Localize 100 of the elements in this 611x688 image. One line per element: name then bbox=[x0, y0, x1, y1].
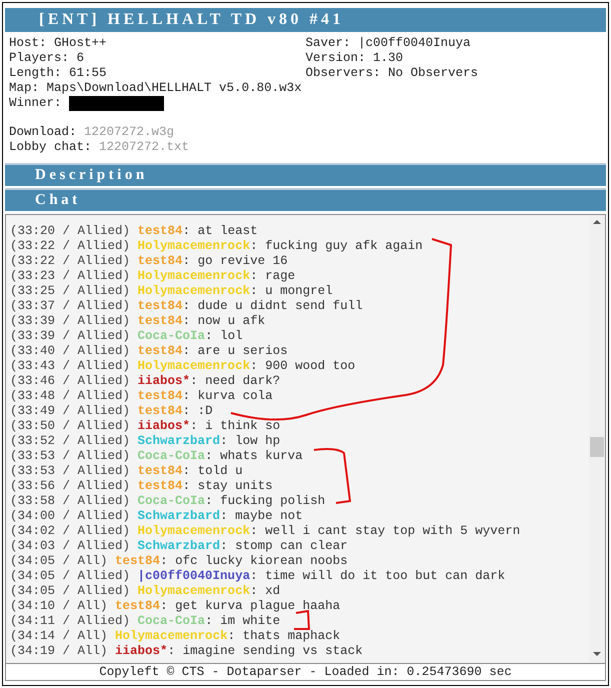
player-name: test84 bbox=[138, 404, 183, 418]
player-name: Holymacemenrock bbox=[115, 629, 228, 643]
info-label: Observers: bbox=[306, 66, 381, 80]
chat-time: (33:39 / Allied) bbox=[10, 329, 130, 343]
player-name: Holymacemenrock bbox=[138, 359, 250, 373]
scroll-thumb[interactable] bbox=[590, 437, 604, 457]
section-header[interactable]: Chat bbox=[5, 188, 606, 211]
chat-time: (33:48 / Allied) bbox=[10, 389, 130, 403]
chat-time: (34:14 / All) bbox=[10, 629, 108, 643]
player-name: test84 bbox=[138, 389, 183, 403]
info-label: Players: bbox=[9, 51, 70, 65]
chat-message: : stomp can clear bbox=[220, 539, 348, 553]
player-name: Coca-CoIa bbox=[138, 494, 206, 508]
chat-time: (34:05 / Allied) bbox=[10, 584, 130, 598]
chat-message: : 900 wood too bbox=[250, 359, 356, 373]
chat-time: (33:49 / Allied) bbox=[10, 404, 130, 418]
section-header[interactable]: Description bbox=[5, 163, 606, 186]
chat-message: : ofc lucky kiorean noobs bbox=[160, 554, 348, 568]
chat-message: : are u serios bbox=[182, 344, 288, 358]
info-value: GHost++ bbox=[54, 36, 107, 50]
info-value: 6 bbox=[76, 51, 84, 65]
chat-time: (33:20 / Allied) bbox=[10, 224, 130, 238]
chat-time: (33:52 / Allied) bbox=[10, 434, 130, 448]
chat-message: : kurva cola bbox=[182, 389, 273, 403]
chat-message: : at least bbox=[182, 224, 258, 238]
scrollbar[interactable] bbox=[589, 215, 605, 663]
chat-time: (33:56 / Allied) bbox=[10, 479, 130, 493]
chat-message: : lol bbox=[205, 329, 243, 343]
chat-time: (33:39 / Allied) bbox=[10, 314, 130, 328]
chat-time: (33:23 / Allied) bbox=[10, 269, 130, 283]
info-label: Winner: bbox=[9, 96, 62, 110]
game-title: [ENT] HELLHALT TD v80 #41 bbox=[39, 11, 344, 29]
chat-time: (33:43 / Allied) bbox=[10, 359, 130, 373]
player-name: test84 bbox=[138, 479, 183, 493]
player-name: Schwarzbard bbox=[138, 509, 220, 523]
chat-message: : now u afk bbox=[182, 314, 266, 328]
chat-message: : get kurva plague haaha bbox=[160, 599, 340, 613]
chat-time: (33:22 / Allied) bbox=[10, 254, 130, 268]
info-value: |c00ff0040Inuya bbox=[358, 36, 471, 50]
player-name: iiabos* bbox=[115, 644, 168, 658]
chat-message: : u mongrel bbox=[250, 284, 333, 298]
chat-time: (33:58 / Allied) bbox=[10, 494, 130, 508]
chat-message: : fucking guy afk again bbox=[250, 239, 423, 253]
file-link[interactable]: 12207272.txt bbox=[99, 140, 190, 154]
chat-message: : im white bbox=[205, 614, 280, 628]
chat-message: : time will do it too but can dark bbox=[250, 569, 506, 583]
scroll-up-icon[interactable] bbox=[592, 219, 602, 225]
chat-time: (34:05 / All) bbox=[10, 554, 108, 568]
chat-time: (33:50 / Allied) bbox=[10, 419, 130, 433]
chat-time: (34:03 / Allied) bbox=[10, 539, 130, 553]
player-name: |c00ff0040Inuya bbox=[138, 569, 250, 583]
player-name: Coca-CoIa bbox=[138, 614, 206, 628]
chat-time: (34:11 / Allied) bbox=[10, 614, 130, 628]
player-name: iiabos* bbox=[138, 374, 190, 388]
player-name: Schwarzbard bbox=[138, 539, 220, 553]
player-name: test84 bbox=[138, 299, 183, 313]
player-name: test84 bbox=[138, 314, 183, 328]
chat-message: : well i cant stay top with 5 wyvern bbox=[250, 524, 520, 538]
info-value: Maps\Download\HELLHALT v5.0.80.w3x bbox=[46, 81, 302, 95]
chat-time: (33:22 / Allied) bbox=[10, 239, 130, 253]
chat-message: : dude u didnt send full bbox=[182, 299, 363, 313]
file-link[interactable]: 12207272.w3g bbox=[84, 125, 174, 139]
info-label: Download: bbox=[9, 125, 77, 139]
chat-message: : i think so bbox=[190, 419, 280, 433]
player-name: test84 bbox=[138, 464, 183, 478]
player-name: test84 bbox=[138, 344, 183, 358]
info-label: Saver: bbox=[306, 36, 351, 50]
chat-message: : maybe not bbox=[220, 509, 303, 523]
chat-time: (34:02 / Allied) bbox=[10, 524, 130, 538]
chat-message: : told u bbox=[182, 464, 243, 478]
chat-time: (33:53 / Allied) bbox=[10, 464, 130, 478]
player-name: Holymacemenrock bbox=[138, 584, 250, 598]
player-name: test84 bbox=[115, 554, 160, 568]
info-label: Lobby chat: bbox=[9, 140, 92, 154]
player-name: Coca-CoIa bbox=[138, 449, 206, 463]
chat-message: : need dark? bbox=[190, 374, 280, 388]
scroll-down-icon[interactable] bbox=[592, 651, 602, 657]
chat-time: (34:00 / Allied) bbox=[10, 509, 130, 523]
chat-message: : go revive 16 bbox=[182, 254, 288, 268]
annotation-line bbox=[294, 610, 310, 630]
chat-time: (33:37 / Allied) bbox=[10, 299, 130, 313]
player-name: iiabos* bbox=[138, 419, 190, 433]
chat-message: : imagine sending vs stack bbox=[168, 644, 363, 658]
player-name: test84 bbox=[138, 224, 183, 238]
chat-message: : :D bbox=[182, 404, 213, 418]
info-value: 61:55 bbox=[69, 66, 107, 80]
footer-text: Copyleft © CTS - Dotaparser - Loaded in: 0.25473690 sec bbox=[5, 664, 606, 681]
chat-message: : stay units bbox=[182, 479, 273, 493]
chat-time: (34:19 / All) bbox=[10, 644, 108, 658]
info-label: Length: bbox=[9, 66, 62, 80]
chat-message: : thats maphack bbox=[228, 629, 340, 643]
player-name: Holymacemenrock bbox=[138, 239, 250, 253]
player-name: test84 bbox=[115, 599, 160, 613]
chat-message: : rage bbox=[250, 269, 296, 283]
chat-message: : whats kurva bbox=[205, 449, 303, 463]
chat-time: (33:25 / Allied) bbox=[10, 284, 130, 298]
chat-message: : fucking polish bbox=[205, 494, 326, 508]
player-name: Coca-CoIa bbox=[138, 329, 206, 343]
chat-message: : xd bbox=[250, 584, 280, 598]
info-label: Map: bbox=[9, 81, 40, 95]
